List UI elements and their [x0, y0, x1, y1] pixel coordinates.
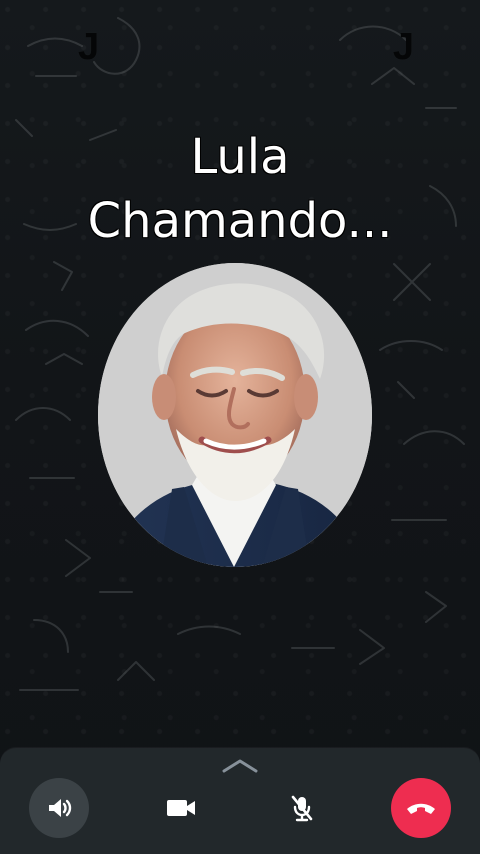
swipe-up-chevron-icon[interactable]	[220, 757, 260, 775]
end-call-phone-icon	[407, 803, 435, 814]
speaker-icon	[49, 799, 72, 817]
caller-name: Lula	[190, 129, 290, 185]
caller-avatar	[98, 263, 372, 567]
top-left-j-mark: J	[78, 26, 100, 68]
mute-button[interactable]	[272, 778, 332, 838]
video-camera-icon	[167, 800, 195, 816]
microphone-muted-icon	[291, 795, 313, 822]
call-status: Chamando...	[87, 193, 393, 249]
incoming-call-screen: J J Lula Chamando...	[0, 0, 480, 854]
top-right-j-mark: J	[392, 26, 414, 68]
speaker-button[interactable]	[29, 778, 89, 838]
end-call-button[interactable]	[391, 778, 451, 838]
video-button[interactable]	[151, 778, 211, 838]
